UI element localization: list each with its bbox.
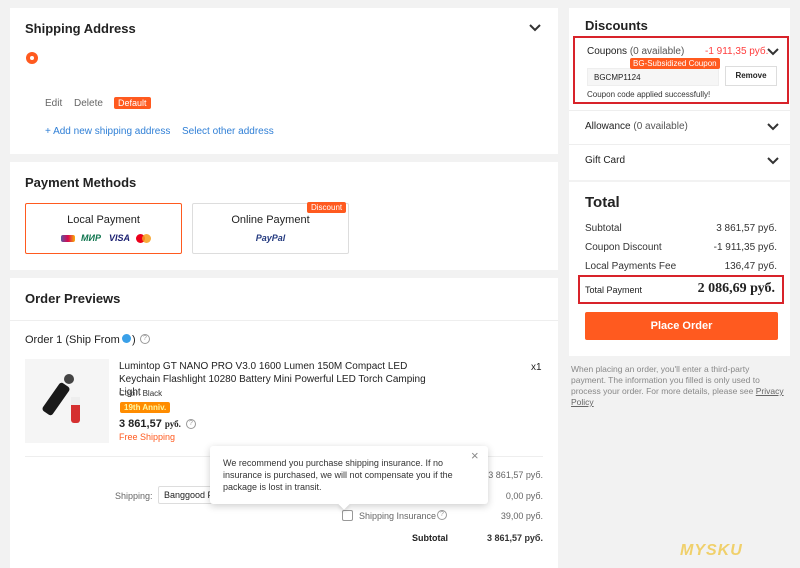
- color-label: Color: Black: [119, 389, 163, 398]
- shipping-method-select[interactable]: Banggood F: [158, 486, 218, 504]
- chevron-down-icon[interactable]: [767, 157, 779, 165]
- product-image[interactable]: [25, 359, 109, 443]
- insurance-checkbox[interactable]: [342, 510, 353, 521]
- visa-logo: VISA: [109, 233, 131, 243]
- shipping-address-title: Shipping Address: [25, 21, 136, 36]
- chevron-down-icon[interactable]: [767, 123, 779, 131]
- add-shipping-address-link[interactable]: + Add new shipping address: [45, 126, 170, 137]
- order-previews-title: Order Previews: [25, 291, 121, 306]
- coupon-discount-label: Coupon Discount: [585, 242, 662, 253]
- local-payment-label: Local Payment: [67, 214, 140, 226]
- payment-methods-title: Payment Methods: [25, 175, 137, 190]
- allowance-row[interactable]: Allowance (0 available): [585, 121, 688, 132]
- order-subtotal-value: 3 861,57 руб.: [487, 533, 543, 543]
- globe-icon: [122, 334, 131, 343]
- local-payment-option[interactable]: Local Payment МИР VISA: [25, 203, 182, 254]
- help-icon[interactable]: ?: [140, 334, 150, 344]
- payment-methods-card: Payment Methods Local Payment МИР VISA O…: [10, 162, 558, 270]
- product-qty: x1: [531, 362, 542, 373]
- watermark-logo: MYSKU: [680, 542, 743, 559]
- chevron-down-icon[interactable]: [767, 48, 779, 56]
- tooltip-close-icon[interactable]: ×: [471, 448, 479, 463]
- coupon-code-value: BGCMP1124: [594, 73, 641, 82]
- gift-card-row[interactable]: Gift Card: [585, 155, 625, 166]
- coupons-label[interactable]: Coupons (0 available): [587, 46, 684, 57]
- ship-from-paren: ): [132, 334, 136, 346]
- free-shipping-label: Free Shipping: [119, 432, 176, 442]
- mastercard-logo-icon: [136, 234, 152, 243]
- default-badge: Default: [114, 97, 151, 109]
- coupons-amount: -1 911,35 руб.: [705, 46, 769, 57]
- delete-address-link[interactable]: Delete: [74, 98, 103, 109]
- coupons-count: (0 available): [629, 46, 685, 57]
- shipping-address-card: Shipping Address Edit Delete Default + A…: [10, 8, 558, 154]
- mir-logo: МИР: [81, 233, 101, 243]
- chevron-down-icon[interactable]: [529, 24, 541, 32]
- place-order-button[interactable]: Place Order: [585, 312, 778, 340]
- coupon-discount-value: -1 911,35 руб.: [713, 242, 777, 253]
- flashlight-icon: [42, 374, 80, 423]
- local-payments-fee-label: Local Payments Fee: [585, 261, 677, 272]
- local-payments-fee-value: 136,47 руб.: [724, 261, 777, 272]
- order-label: Order 1 (Ship From: [25, 334, 120, 346]
- online-payment-label: Online Payment: [231, 214, 310, 226]
- remove-coupon-button[interactable]: Remove: [725, 66, 777, 86]
- insurance-tooltip: We recommend you purchase shipping insur…: [210, 446, 488, 510]
- order-previews-card: Order Previews Order 1 (Ship From ) ? Lu…: [10, 278, 558, 568]
- paypal-logo: PayPal: [255, 233, 286, 243]
- edit-address-link[interactable]: Edit: [45, 98, 62, 109]
- total-title: Total: [585, 194, 620, 211]
- allowance-count: (0 available): [633, 121, 688, 132]
- total-payment-value: 2 086,69 руб.: [697, 281, 775, 296]
- anniversary-badge: 19th Anniv.: [120, 402, 171, 413]
- shipping-method-label: Shipping:: [115, 491, 153, 501]
- total-payment-box: Total Payment 2 086,69 руб.: [578, 275, 784, 304]
- product-price: 3 861,57 руб.: [119, 418, 181, 430]
- subsidized-coupon-badge: BG-Subsidized Coupon: [630, 58, 720, 69]
- shipping-method-value: Banggood F: [164, 490, 214, 500]
- color-value: Black: [142, 389, 163, 398]
- product-name[interactable]: Lumintop GT NANO PRO V3.0 1600 Lumen 150…: [119, 360, 449, 399]
- coupon-code-input[interactable]: BGCMP1124: [587, 68, 719, 86]
- coupons-section: Coupons (0 available) -1 911,35 руб. BGC…: [573, 36, 789, 104]
- tooltip-text: We recommend you purchase shipping insur…: [223, 458, 453, 492]
- discount-badge: Discount: [307, 202, 347, 213]
- price-info-icon[interactable]: ?: [186, 419, 196, 429]
- discounts-title: Discounts: [585, 18, 648, 33]
- third-party-note: When placing an order, you'll enter a th…: [571, 364, 784, 407]
- insurance-label: Shipping Insurance: [359, 511, 437, 521]
- total-payment-label: Total Payment: [585, 285, 643, 295]
- address-radio[interactable]: [26, 52, 38, 64]
- total-card: Total Subtotal 3 861,57 руб. Coupon Disc…: [569, 182, 790, 356]
- total-subtotal-label: Subtotal: [585, 223, 622, 234]
- select-other-address-link[interactable]: Select other address: [182, 126, 274, 137]
- discounts-card: Discounts Coupons (0 available) -1 911,3…: [569, 8, 790, 180]
- sbp-logo-icon: [61, 235, 75, 242]
- coupon-success-message: Coupon code applied successfully!: [587, 90, 711, 99]
- insurance-cost: 39,00 руб.: [500, 511, 543, 521]
- total-subtotal-value: 3 861,57 руб.: [716, 223, 777, 234]
